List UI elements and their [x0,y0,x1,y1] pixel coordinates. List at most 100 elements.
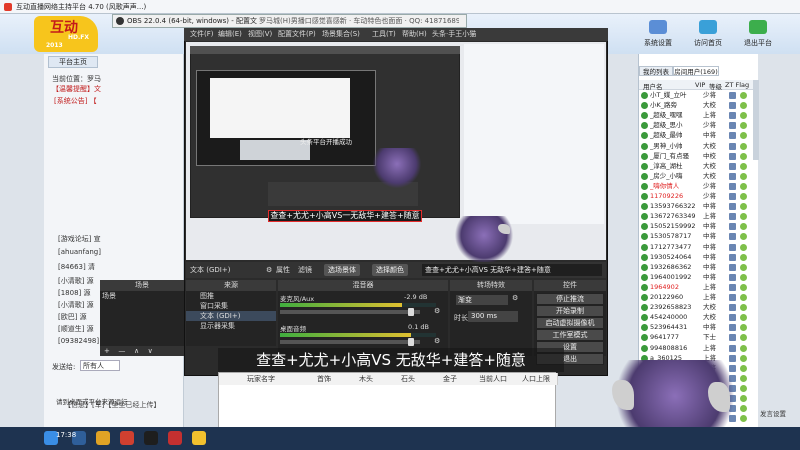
source-item[interactable]: 图推 [186,291,276,301]
tab-my-list[interactable]: 我的列表 [639,66,673,76]
menu-tools[interactable]: 工具(T) [372,28,396,41]
obs-icon[interactable] [144,431,158,445]
user-name: 小K_路旁 [650,101,678,110]
sources-dock-title: 来源 [186,280,276,291]
menu-profile[interactable]: 配置文件(P) [278,28,316,41]
user-level: 中将 [703,232,716,241]
rank-badge-icon [729,213,736,221]
app-icon[interactable] [168,431,182,445]
gear-icon[interactable]: ⚙ [434,307,440,315]
user-row[interactable]: 2392658823 大校 [641,303,753,312]
user-row[interactable]: 1712773477 中将 [641,243,753,252]
volume-slider-handle[interactable] [408,308,414,316]
menu-help[interactable]: 帮助(H) [402,28,427,41]
user-row[interactable]: 1964902 上将 [641,283,753,292]
user-row[interactable]: _超级_思小 少将 [641,121,753,130]
start-recording-button[interactable]: 开始录制 [536,305,604,317]
status-flag-icon [740,203,747,211]
app-icon[interactable] [192,431,206,445]
remove-scene-button[interactable]: — [118,347,125,355]
user-row[interactable]: 994808816 上将 [641,344,753,353]
app-icon[interactable] [120,431,134,445]
system-settings-button[interactable]: 系统设置 [634,18,682,52]
reminder-link[interactable]: 【温馨提醒】文 [52,84,112,94]
scenes-dock-title: 场景 [100,280,184,291]
user-row[interactable]: 11709226 少将 [641,192,753,201]
user-row[interactable]: _淳高_湖杜 大校 [641,162,753,171]
menu-scene-collection[interactable]: 场景集合(S) [322,28,360,41]
volume-slider[interactable] [280,338,420,346]
gear-icon[interactable]: ⚙ [266,262,272,278]
user-row[interactable]: 13672763349 上将 [641,212,753,221]
menu-view[interactable]: 视图(V) [248,28,272,41]
status-flag-icon [740,112,747,120]
menu-channel[interactable]: 头条·手王小猫 [432,28,476,41]
user-list-scrollbar[interactable] [753,80,759,160]
user-row[interactable]: 454240000 大校 [641,313,753,322]
visit-home-label: 访问首页 [694,39,722,47]
user-row[interactable]: 1530578717 中将 [641,232,753,241]
user-row[interactable]: 1932686362 中将 [641,263,753,272]
gear-icon[interactable]: ⚙ [512,294,522,304]
user-row[interactable]: 15052159992 中将 [641,222,753,231]
user-row[interactable]: 小K_路旁 大校 [641,101,753,110]
source-item[interactable]: 窗口采集 [186,301,276,311]
scene-down-button[interactable]: ∨ [148,347,153,355]
user-row[interactable]: 13593766322 中将 [641,202,753,211]
gear-icon[interactable]: ⚙ [434,337,440,345]
user-avatar-icon [641,112,648,120]
user-row[interactable]: 1930524064 中将 [641,253,753,262]
user-row[interactable]: _厦门_有点骚 中校 [641,152,753,161]
volume-slider-handle[interactable] [408,338,414,346]
user-row[interactable]: 1964001992 中将 [641,273,753,282]
transition-select[interactable]: 渐变 [456,295,508,305]
folder-icon[interactable] [96,431,110,445]
exit-platform-button[interactable]: 退出平台 [734,18,782,52]
user-level: 中将 [703,222,716,231]
speak-settings-link[interactable]: 发言设置 [760,408,798,418]
add-scene-button[interactable]: + [104,347,110,355]
scene-up-button[interactable]: ∧ [134,347,139,355]
user-row[interactable]: 小T_媒_立叶 少将 [641,91,753,100]
user-name: _房少_小嗨 [650,171,683,180]
select-scene-button[interactable]: 选场景体 [324,264,360,276]
studio-mode-button[interactable]: 工作室模式 [536,329,604,341]
filters-button[interactable]: 滤镜 [298,262,312,278]
volume-slider[interactable] [280,308,420,316]
source-item[interactable]: 显示器采集 [186,321,276,331]
user-row[interactable]: 523964431 中将 [641,323,753,332]
scenes-list[interactable]: 场景 [100,291,184,346]
status-flag-icon [740,395,747,402]
user-row[interactable]: 9641777 下士 [641,333,753,342]
user-row[interactable]: _超级_最帅 中将 [641,131,753,140]
user-name: 454240000 [650,313,688,322]
send-target-select[interactable]: 所有人 [80,360,120,371]
start-virtual-camera-button[interactable]: 启动虚拟摄像机 [536,317,604,329]
menu-edit[interactable]: 编辑(E) [218,28,242,41]
user-name: 1712773477 [650,242,692,251]
user-level: 上将 [703,111,716,120]
user-list-header: 用户名 VIP 等级 ZT Flag [639,80,755,91]
text-input[interactable]: 查查+尤尤+小高VS 无敌华+建答+随意 [422,264,602,276]
duration-label: 时长 [454,314,468,322]
tab-room-users[interactable]: 房间用户(169) [673,66,719,76]
system-notice-link[interactable]: [系统公告] 【 [54,96,114,106]
user-row[interactable]: 20122960 上将 [641,293,753,302]
scene-item[interactable]: 场景 [100,291,184,301]
sources-list[interactable]: 图推 窗口采集 文本 (GDI+) 显示器采集 [186,291,276,346]
obs-logo-icon [116,17,124,25]
select-color-button[interactable]: 选择颜色 [372,264,408,276]
user-row[interactable]: _超级_嘿嘿 上将 [641,111,753,120]
menu-file[interactable]: 文件(F) [190,28,214,41]
user-row[interactable]: _房少_小嗨 大校 [641,172,753,181]
user-name: _厦门_有点骚 [650,151,689,160]
properties-button[interactable]: 属性 [276,262,290,278]
visit-home-button[interactable]: 访问首页 [684,18,732,52]
tab-platform-home[interactable]: 平台主页 [48,56,98,68]
user-name: _超级_最帅 [650,131,683,140]
user-row[interactable]: _男神_小帅 大校 [641,142,753,151]
source-item[interactable]: 文本 (GDI+) [186,311,276,321]
duration-input[interactable]: 300 ms [468,311,518,322]
user-row[interactable]: _嗨你情人 少将 [641,182,753,191]
stop-streaming-button[interactable]: 停止推流 [536,293,604,305]
